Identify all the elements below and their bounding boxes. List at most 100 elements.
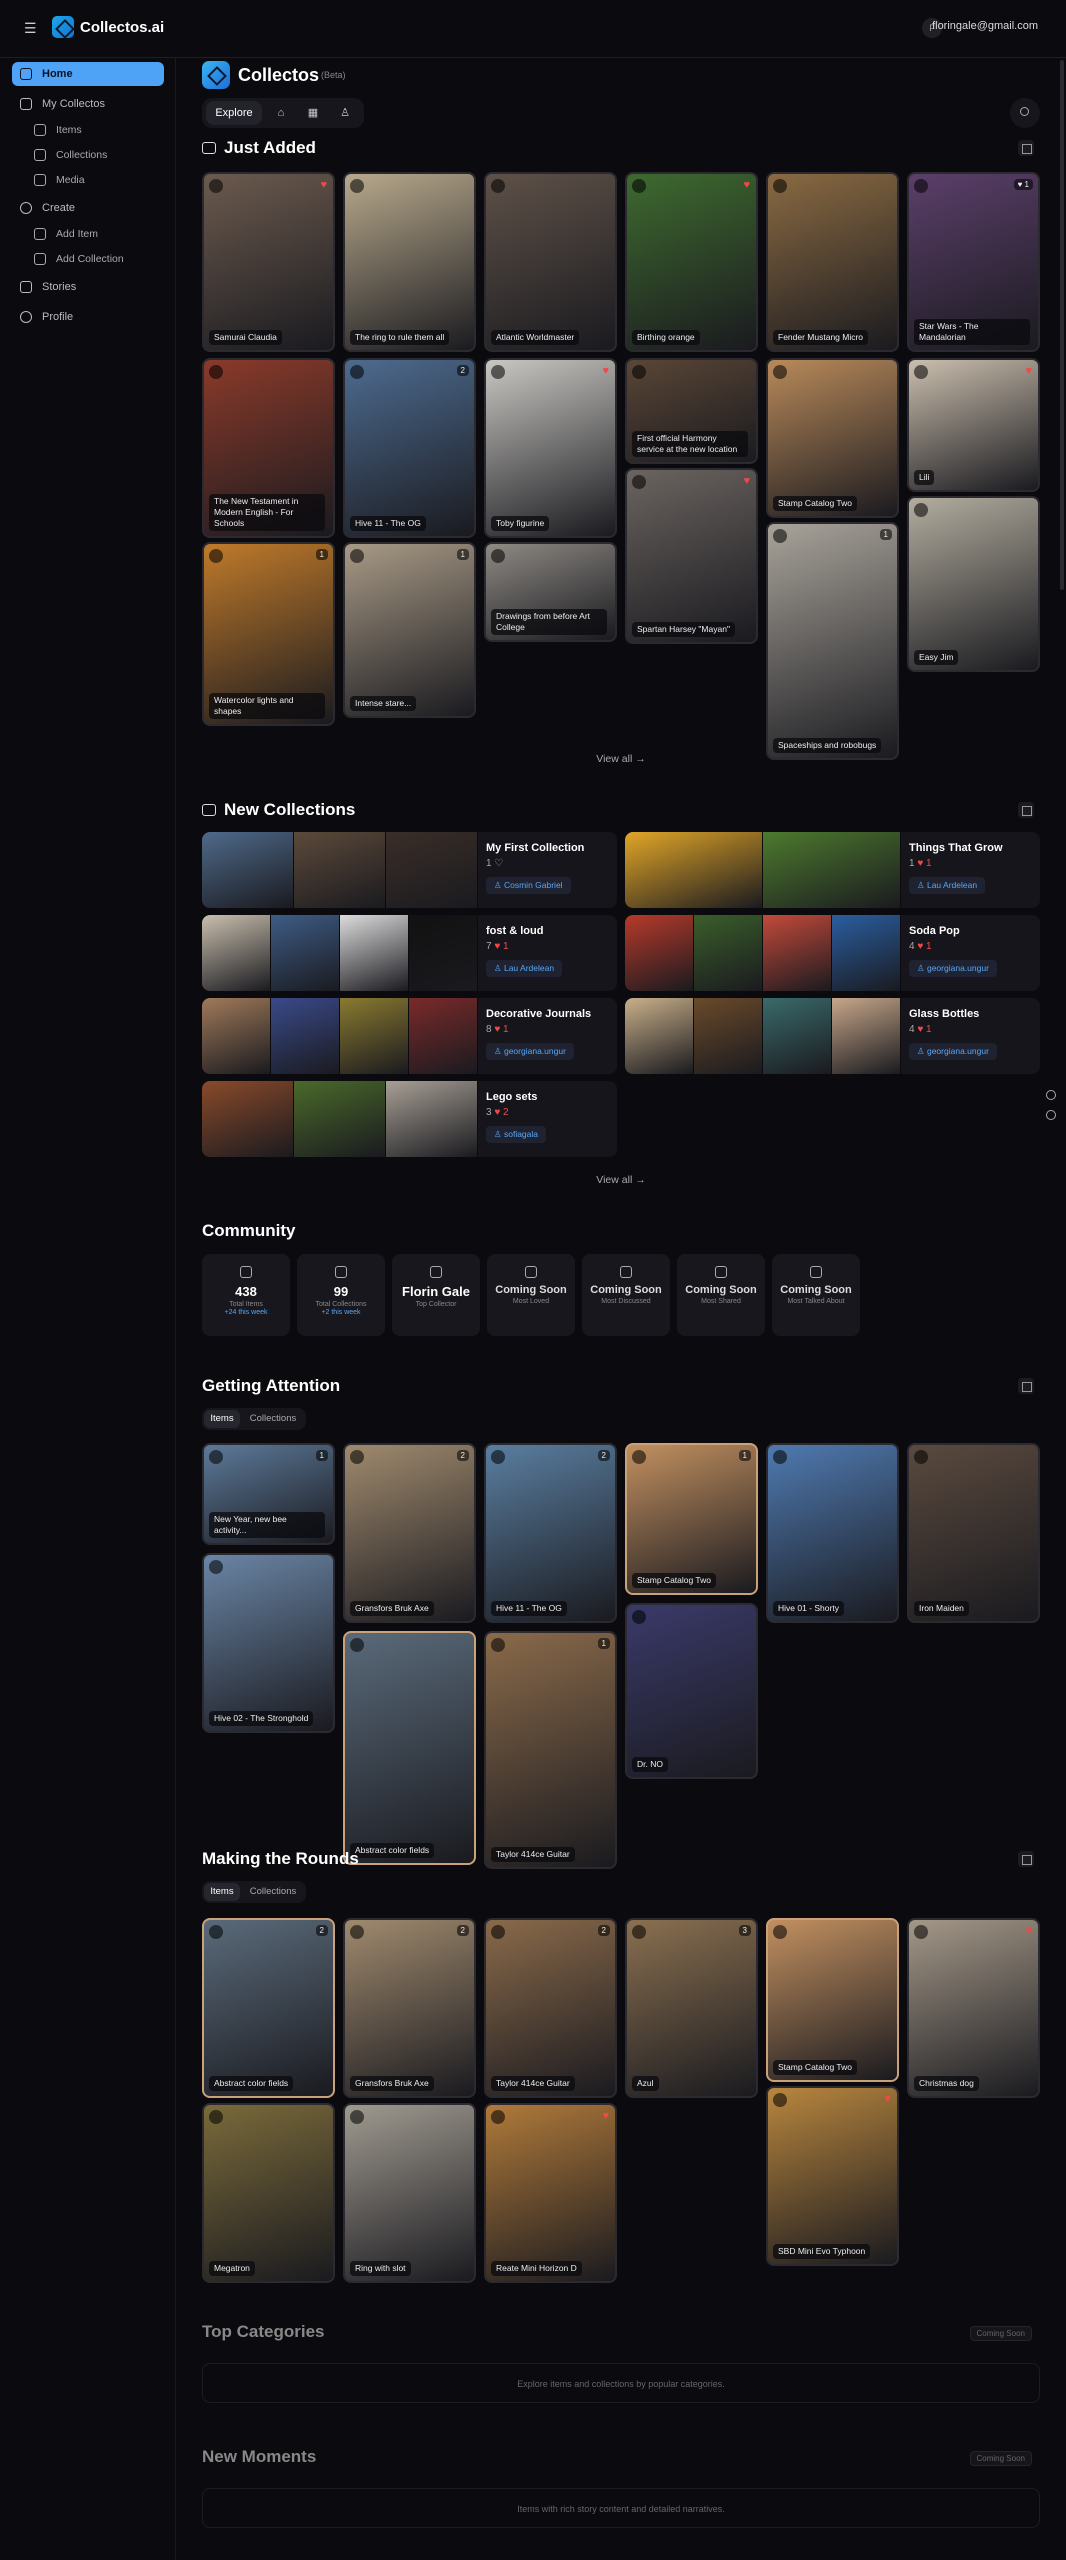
tab-user-icon[interactable]: ♙ xyxy=(330,101,360,125)
collection-card[interactable]: My First Collection 1 ♡ ♙ Cosmin Gabriel xyxy=(202,832,617,908)
sidebar-item-media[interactable]: Media xyxy=(26,168,164,192)
item-card[interactable]: Easy Jim xyxy=(907,496,1040,672)
item-card[interactable]: The ring to rule them all xyxy=(343,172,476,352)
collection-owner[interactable]: ♙ Cosmin Gabriel xyxy=(486,877,571,894)
collection-owner[interactable]: ♙ Lau Ardelean xyxy=(909,877,986,894)
item-card[interactable]: ♥ Samurai Claudia xyxy=(202,172,335,352)
item-card[interactable]: 1 Taylor 414ce Guitar xyxy=(484,1631,617,1869)
stat-card[interactable]: Florin Gale Top Collector xyxy=(392,1254,480,1336)
item-card[interactable]: 1 Spaceships and robobugs xyxy=(766,522,899,760)
collection-card[interactable]: Soda Pop 4 ♥ 1 ♙ georgiana.ungur xyxy=(625,915,1040,991)
item-card[interactable]: ♥ Lili xyxy=(907,358,1040,492)
item-card[interactable]: 2 Taylor 414ce Guitar xyxy=(484,1918,617,2098)
heart-icon[interactable]: ♥ xyxy=(743,475,750,487)
brand-logo-icon[interactable] xyxy=(52,16,74,38)
new-collections-view-all[interactable]: View all → xyxy=(202,1174,1040,1186)
item-card[interactable]: 1 New Year, new bee activity... xyxy=(202,1443,335,1545)
item-card[interactable]: 2 Hive 11 - The OG xyxy=(484,1443,617,1623)
collection-card[interactable]: Glass Bottles 4 ♥ 1 ♙ georgiana.ungur xyxy=(625,998,1040,1074)
item-card[interactable]: Hive 01 - Shorty xyxy=(766,1443,899,1623)
grid-toggle-icon[interactable] xyxy=(1018,1378,1034,1394)
item-card[interactable]: The New Testament in Modern English - Fo… xyxy=(202,358,335,538)
stat-card[interactable]: Coming Soon Most Loved xyxy=(487,1254,575,1336)
item-card[interactable]: 2 Abstract color fields xyxy=(202,1918,335,2098)
tab-collections[interactable]: Collections xyxy=(244,1410,302,1428)
item-card[interactable]: ♥ SBD Mini Evo Typhoon xyxy=(766,2086,899,2266)
sidebar-item-my-collectos[interactable]: My Collectos xyxy=(12,92,164,116)
item-card[interactable]: ♥ Toby figurine xyxy=(484,358,617,538)
search-icon[interactable] xyxy=(1010,98,1040,128)
collection-owner[interactable]: ♙ georgiana.ungur xyxy=(909,1043,997,1060)
item-card[interactable]: ♥ Birthing orange xyxy=(625,172,758,352)
stat-card[interactable]: 438 Total Items +24 this week xyxy=(202,1254,290,1336)
tab-collections[interactable]: Collections xyxy=(244,1883,302,1901)
item-card[interactable]: First official Harmony service at the ne… xyxy=(625,358,758,464)
item-card[interactable]: ♥ Christmas dog xyxy=(907,1918,1040,2098)
heart-icon[interactable]: ♥ xyxy=(743,179,750,191)
sidebar-item-profile[interactable]: Profile xyxy=(12,305,164,329)
item-card[interactable]: 2 Gransfors Bruk Axe xyxy=(343,1443,476,1623)
item-card[interactable]: Drawings from before Art College xyxy=(484,542,617,642)
collection-card[interactable]: Lego sets 3 ♥ 2 ♙ sofiagala xyxy=(202,1081,617,1157)
item-card[interactable]: ♥ 1 Star Wars - The Mandalorian xyxy=(907,172,1040,352)
user-email[interactable]: floringale@gmail.com xyxy=(932,20,1038,32)
collection-thumbnail xyxy=(271,915,340,991)
item-card[interactable]: Iron Maiden xyxy=(907,1443,1040,1623)
sliders-icon[interactable] xyxy=(1046,1110,1056,1120)
stat-card[interactable]: 99 Total Collections +2 this week xyxy=(297,1254,385,1336)
item-card[interactable]: Stamp Catalog Two xyxy=(766,358,899,518)
item-card[interactable]: Abstract color fields xyxy=(343,1631,476,1865)
item-card[interactable]: ♥ Reate Mini Horizon D xyxy=(484,2103,617,2283)
collection-owner[interactable]: ♙ sofiagala xyxy=(486,1126,547,1143)
clock-icon[interactable] xyxy=(1046,1090,1056,1100)
heart-icon[interactable]: ♥ xyxy=(602,365,609,377)
item-card[interactable]: ♥ Spartan Harsey "Mayan" xyxy=(625,468,758,644)
collection-card[interactable]: Things That Grow 1 ♥ 1 ♙ Lau Ardelean xyxy=(625,832,1040,908)
grid-toggle-icon[interactable] xyxy=(1018,802,1034,818)
grid-toggle-icon[interactable] xyxy=(1018,140,1034,156)
item-card[interactable]: Hive 02 - The Stronghold xyxy=(202,1553,335,1733)
sidebar-item-stories[interactable]: Stories xyxy=(12,275,164,299)
collection-owner[interactable]: ♙ georgiana.ungur xyxy=(486,1043,574,1060)
item-card[interactable]: Atlantic Worldmaster xyxy=(484,172,617,352)
collection-card[interactable]: fost & loud 7 ♥ 1 ♙ Lau Ardelean xyxy=(202,915,617,991)
collection-owner[interactable]: ♙ Lau Ardelean xyxy=(486,960,563,977)
item-card[interactable]: Megatron xyxy=(202,2103,335,2283)
heart-icon[interactable]: ♥ xyxy=(1025,1925,1032,1937)
item-card[interactable]: Fender Mustang Micro xyxy=(766,172,899,352)
sidebar-item-collections[interactable]: Collections xyxy=(26,143,164,167)
item-card[interactable]: Ring with slot xyxy=(343,2103,476,2283)
tab-grid-icon[interactable]: ▦ xyxy=(298,101,328,125)
tab-items[interactable]: Items xyxy=(204,1410,240,1428)
menu-icon[interactable]: ☰ xyxy=(24,20,40,36)
tab-items[interactable]: Items xyxy=(204,1883,240,1901)
tab-home-icon[interactable]: ⌂ xyxy=(266,101,296,125)
sidebar-item-create[interactable]: Create xyxy=(12,196,164,220)
grid-toggle-icon[interactable] xyxy=(1018,1851,1034,1867)
brand-name[interactable]: Collectos.ai xyxy=(80,19,164,36)
sidebar-item-add-item[interactable]: Add Item xyxy=(26,222,164,246)
item-card[interactable]: 1 Intense stare... xyxy=(343,542,476,718)
sidebar-item-add-collection[interactable]: Add Collection xyxy=(26,247,164,271)
item-card[interactable]: 2 Hive 11 - The OG xyxy=(343,358,476,538)
item-card[interactable]: Dr. NO xyxy=(625,1603,758,1779)
item-card[interactable]: Stamp Catalog Two xyxy=(766,1918,899,2082)
item-card[interactable]: 3 Azul xyxy=(625,1918,758,2098)
tab-explore[interactable]: Explore xyxy=(206,101,262,125)
stat-card[interactable]: Coming Soon Most Talked About xyxy=(772,1254,860,1336)
heart-icon[interactable]: ♥ xyxy=(884,2093,891,2105)
collection-owner[interactable]: ♙ georgiana.ungur xyxy=(909,960,997,977)
heart-icon[interactable]: ♥ xyxy=(602,2110,609,2122)
collection-card[interactable]: Decorative Journals 8 ♥ 1 ♙ georgiana.ungu… xyxy=(202,998,617,1074)
item-card[interactable]: 1 Stamp Catalog Two xyxy=(625,1443,758,1595)
heart-icon[interactable]: ♥ xyxy=(320,179,327,191)
stat-card[interactable]: Coming Soon Most Discussed xyxy=(582,1254,670,1336)
sidebar-item-items[interactable]: Items xyxy=(26,118,164,142)
stat-card[interactable]: Coming Soon Most Shared xyxy=(677,1254,765,1336)
just-added-view-all[interactable]: View all → xyxy=(202,753,1040,765)
heart-icon[interactable]: ♥ xyxy=(1025,365,1032,377)
scrollbar[interactable] xyxy=(1060,60,1064,590)
item-card[interactable]: 2 Gransfors Bruk Axe xyxy=(343,1918,476,2098)
sidebar-item-home[interactable]: Home xyxy=(12,62,164,86)
item-card[interactable]: 1 Watercolor lights and shapes xyxy=(202,542,335,726)
